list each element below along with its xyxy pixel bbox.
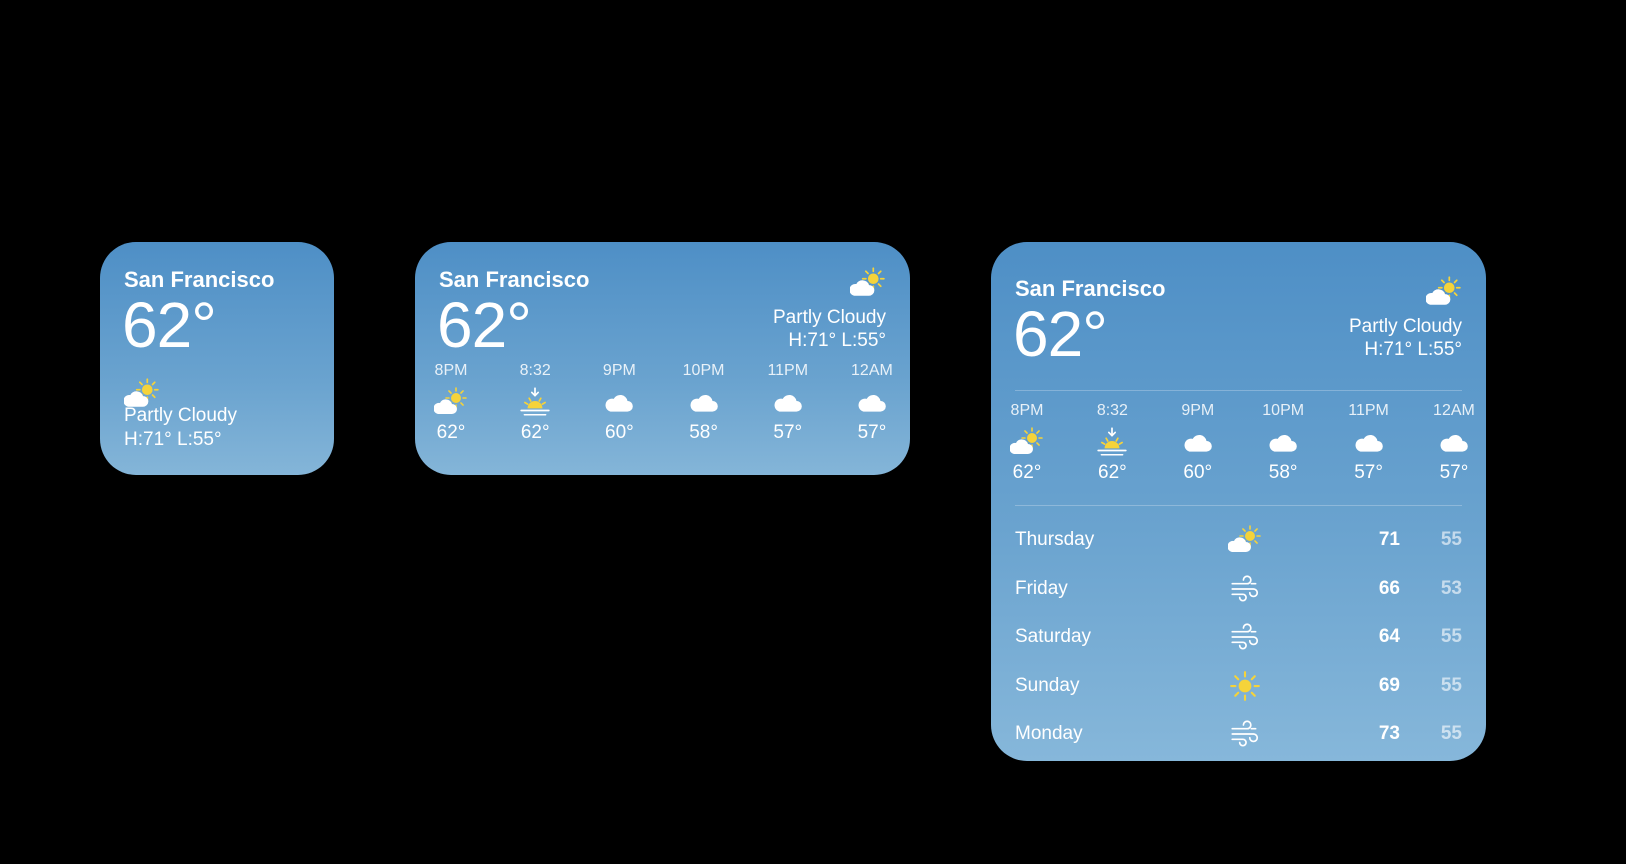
day-name: Monday — [1015, 723, 1083, 744]
sun-icon — [1225, 669, 1265, 703]
hour-column: 10PM 58° — [1255, 402, 1311, 484]
hour-temperature: 60° — [605, 422, 634, 443]
weather-widget-small[interactable]: San Francisco 62° Partly Cloudy H:71° L:… — [100, 242, 334, 475]
hour-time: 8:32 — [1096, 402, 1128, 419]
high-temperature: 66 — [1378, 577, 1400, 599]
cloud-icon — [687, 384, 721, 420]
hour-temperature: 57° — [1354, 462, 1383, 483]
hour-time: 11PM — [1348, 402, 1389, 419]
high-low-label: H:71° L:55° — [124, 429, 222, 450]
hour-column: 8PM 62° — [999, 402, 1055, 484]
divider — [1015, 505, 1462, 506]
hour-column: 9PM 60° — [1170, 402, 1226, 484]
hour-time: 12AM — [851, 362, 893, 379]
sunset-icon — [518, 384, 552, 420]
weather-widget-medium[interactable]: San Francisco 62° Partly Cloudy H:71° L:… — [415, 242, 910, 475]
hour-temperature: 62° — [1012, 462, 1042, 483]
day-name: Thursday — [1015, 529, 1095, 550]
cloud-icon — [1437, 424, 1471, 460]
hour-temperature: 57° — [857, 422, 887, 443]
hour-time: 12AM — [1433, 402, 1475, 419]
wind-icon — [1225, 572, 1265, 606]
partly-cloudy-icon — [850, 265, 886, 301]
hour-time: 9PM — [602, 362, 636, 379]
partly-cloudy-icon — [1426, 274, 1462, 310]
partly-cloudy-icon — [1010, 424, 1044, 460]
hour-column: 9PM 60° — [591, 362, 647, 444]
hour-temperature: 57° — [1439, 462, 1469, 483]
divider — [1015, 390, 1462, 391]
sunset-icon — [1095, 424, 1129, 460]
low-temperature: 55 — [1440, 529, 1462, 550]
hour-column: 11PM 57° — [1341, 402, 1397, 484]
hour-time: 8PM — [434, 362, 468, 379]
high-low-label: H:71° L:55° — [788, 330, 886, 351]
cloud-icon — [1181, 424, 1215, 460]
hour-time: 11PM — [767, 362, 809, 379]
high-temperature: 64 — [1378, 626, 1400, 647]
hour-column: 12AM 57° — [1426, 402, 1482, 484]
hour-temperature: 62° — [520, 422, 550, 443]
daily-row: Sunday 69 55 — [1015, 670, 1462, 701]
high-temperature: 73 — [1378, 723, 1400, 744]
low-temperature: 53 — [1440, 577, 1462, 599]
low-temperature: 55 — [1440, 674, 1462, 696]
hour-temperature: 57° — [773, 422, 803, 443]
hourly-forecast: 8PM 62° 8:32 62° 9PM 60° 10PM 58° 11PM 57° 12AM 57… — [999, 402, 1482, 484]
hour-temperature: 62° — [436, 422, 466, 443]
hour-time: 8:32 — [519, 362, 551, 379]
hour-temperature: 60° — [1183, 462, 1213, 483]
hour-time: 9PM — [1181, 402, 1215, 419]
current-temperature: 62° — [437, 289, 532, 361]
hour-column: 10PM 58° — [676, 362, 732, 444]
hourly-forecast: 8PM 62° 8:32 62° 9PM 60° 10PM 58° 11PM 57° 12AM 57… — [423, 362, 900, 444]
weather-widget-large[interactable]: San Francisco 62° Partly Cloudy H:71° L:… — [991, 242, 1486, 761]
hour-column: 11PM 57° — [760, 362, 816, 444]
low-temperature: 55 — [1440, 723, 1462, 744]
current-temperature: 62° — [122, 289, 217, 361]
cloud-icon — [855, 384, 889, 420]
daily-row: Monday 73 55 — [1015, 720, 1462, 749]
cloud-icon — [1352, 424, 1386, 460]
hour-temperature: 62° — [1098, 462, 1127, 483]
current-temperature: 62° — [1013, 298, 1108, 370]
day-name: Saturday — [1015, 626, 1092, 647]
wind-icon — [1225, 717, 1265, 751]
condition-label: Partly Cloudy — [1349, 316, 1462, 337]
hour-column: 8:32 62° — [1084, 402, 1140, 484]
high-temperature: 71 — [1378, 529, 1400, 550]
day-name: Sunday — [1015, 674, 1080, 696]
condition-label: Partly Cloudy — [773, 307, 886, 328]
low-temperature: 55 — [1440, 626, 1462, 647]
partly-cloudy-icon — [434, 384, 468, 420]
cloud-icon — [1266, 424, 1300, 460]
hour-column: 8:32 62° — [507, 362, 563, 444]
hour-column: 8PM 62° — [423, 362, 479, 444]
high-low-label: H:71° L:55° — [1364, 339, 1462, 360]
cloud-icon — [602, 384, 636, 420]
hour-time: 8PM — [1010, 402, 1044, 419]
hour-temperature: 58° — [689, 422, 718, 443]
day-name: Friday — [1015, 577, 1068, 599]
condition-label: Partly Cloudy — [124, 405, 237, 426]
hour-time: 10PM — [1262, 402, 1305, 419]
daily-row: Saturday 64 55 — [1015, 623, 1462, 652]
daily-row: Thursday 71 55 — [1015, 525, 1462, 555]
daily-row: Friday 66 53 — [1015, 574, 1462, 604]
wind-icon — [1225, 620, 1265, 654]
partly-cloudy-icon — [1225, 523, 1265, 557]
high-temperature: 69 — [1378, 674, 1400, 696]
cloud-icon — [771, 384, 805, 420]
hour-temperature: 58° — [1268, 462, 1298, 483]
hour-column: 12AM 57° — [844, 362, 900, 444]
hour-time: 10PM — [682, 362, 725, 379]
